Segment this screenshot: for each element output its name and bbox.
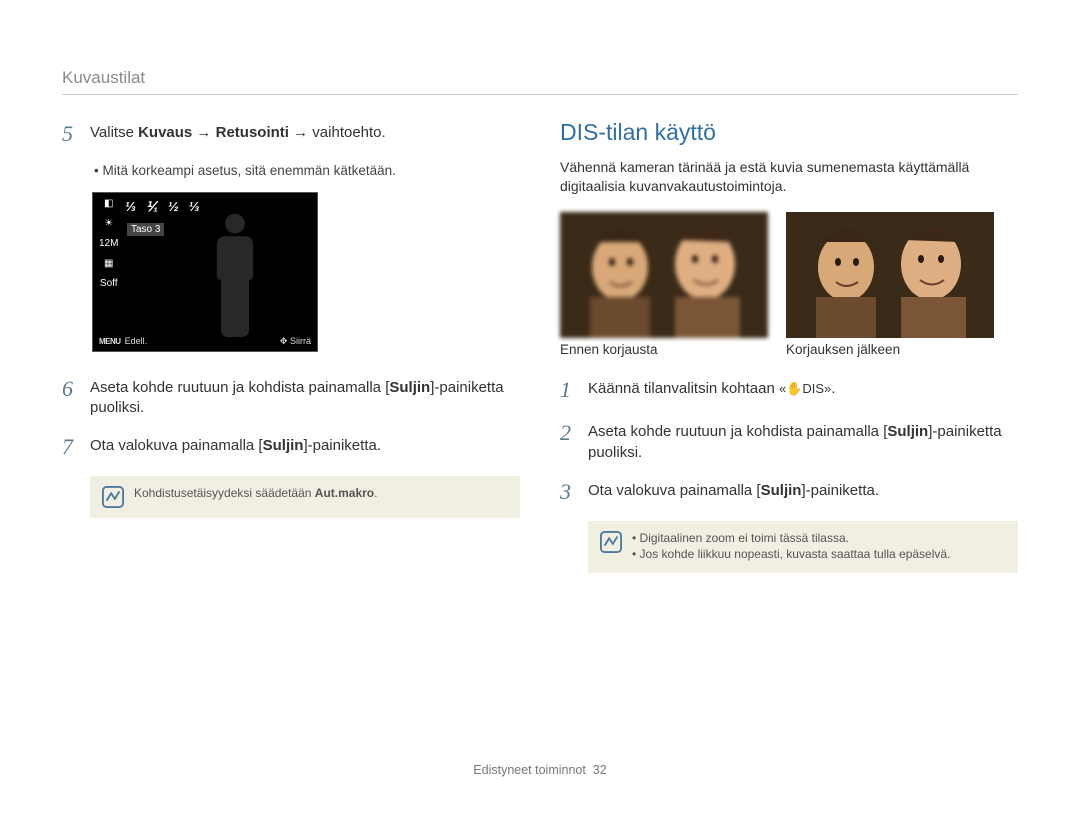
dis-mode-icon: «✋DIS» — [779, 380, 831, 398]
note-bullets: Digitaalinen zoom ei toimi tässä tilassa… — [632, 531, 950, 563]
section-intro: Vähennä kameran tärinää ja estä kuvia su… — [560, 158, 1018, 196]
step-number: 3 — [560, 477, 576, 507]
step-body: Valitse Kuvaus → Retusointi → vaihtoehto… — [90, 119, 520, 149]
note-box-left: Kohdistusetäisyydeksi säädetään Aut.makr… — [90, 476, 520, 518]
step-body: Aseta kohde ruutuun ja kohdista painamal… — [588, 418, 1018, 463]
text: ]-painiketta. — [303, 437, 381, 454]
kw-suljin: Suljin — [761, 482, 802, 499]
fraction-icon: ⅓ — [189, 199, 200, 215]
section-heading: DIS-tilan käyttö — [560, 119, 1018, 146]
kw-retusointi: Retusointi — [216, 124, 289, 141]
text: Ota valokuva painamalla [ — [588, 482, 761, 499]
back-label: Edell. — [125, 336, 148, 346]
note-box-right: Digitaalinen zoom ei toimi tässä tilassa… — [588, 521, 1018, 573]
page-footer: Edistyneet toiminnot 32 — [0, 763, 1080, 777]
step-number: 5 — [62, 119, 78, 149]
text: Aseta kohde ruutuun ja kohdista painamal… — [588, 423, 887, 440]
right-column: DIS-tilan käyttö Vähennä kameran tärinää… — [560, 119, 1018, 573]
lcd-icon: 12M — [99, 238, 118, 249]
step-number: 2 — [560, 418, 576, 463]
step-7: 7 Ota valokuva painamalla [Suljin]-paini… — [62, 432, 520, 462]
note-item: Jos kohde liikkuu nopeasti, kuvasta saat… — [632, 547, 950, 561]
step-body: Käännä tilanvalitsin kohtaan «✋DIS». — [588, 375, 1018, 405]
lcd-left-icons: ◧ ☀ 12M ▦ Soff — [99, 198, 118, 289]
photo-row — [560, 212, 1018, 338]
photo-after — [786, 212, 994, 338]
step-3: 3 Ota valokuva painamalla [Suljin]-paini… — [560, 477, 1018, 507]
fraction-icon: ⅟₁ — [146, 199, 158, 215]
lcd-top-fractions: ⅓ ⅟₁ ½ ⅓ — [125, 199, 200, 215]
content-columns: 5 Valitse Kuvaus → Retusointi → vaihtoeh… — [62, 119, 1018, 573]
text: Ota valokuva painamalla [ — [90, 437, 263, 454]
fraction-icon: ⅓ — [125, 199, 136, 215]
step-2: 2 Aseta kohde ruutuun ja kohdista painam… — [560, 418, 1018, 463]
kw-autmakro: Aut.makro — [315, 486, 374, 500]
lcd-icon: ◧ — [104, 198, 113, 209]
lcd-level-label: Taso 3 — [127, 223, 164, 236]
text: ]-painiketta. — [801, 482, 879, 499]
note-text: Kohdistusetäisyydeksi säädetään Aut.makr… — [134, 486, 377, 500]
lcd-icon: ☀ — [104, 218, 113, 229]
lcd-icon: Soff — [100, 278, 118, 289]
move-icon: ✥ — [280, 336, 288, 347]
text: vaihtoehto. — [312, 124, 385, 141]
step-number: 7 — [62, 432, 78, 462]
step-6: 6 Aseta kohde ruutuun ja kohdista painam… — [62, 374, 520, 419]
footer-section: Edistyneet toiminnot — [473, 763, 586, 777]
kw-suljin: Suljin — [389, 379, 430, 396]
fraction-icon: ½ — [168, 199, 179, 215]
text: Käännä tilanvalitsin kohtaan — [588, 380, 779, 397]
step-body: Ota valokuva painamalla [Suljin]-painike… — [588, 477, 1018, 507]
label-after: Korjauksen jälkeen — [786, 342, 994, 357]
text: . — [374, 486, 377, 500]
page-header: Kuvaustilat — [62, 68, 1018, 95]
step-body: Ota valokuva painamalla [Suljin]-painike… — [90, 432, 520, 462]
menu-label: MENU — [99, 337, 121, 346]
note-item: Digitaalinen zoom ei toimi tässä tilassa… — [632, 531, 950, 545]
note-icon — [600, 531, 622, 553]
arrow-icon: → — [289, 124, 312, 141]
lcd-bottom-bar: MENU Edell. ✥ Siirrä — [99, 336, 311, 347]
text: . — [831, 380, 835, 397]
left-column: 5 Valitse Kuvaus → Retusointi → vaihtoeh… — [62, 119, 520, 573]
footer-page: 32 — [593, 763, 607, 777]
step-number: 1 — [560, 375, 576, 405]
silhouette-icon — [205, 211, 265, 337]
text: Valitse — [90, 124, 138, 141]
lcd-preview: ◧ ☀ 12M ▦ Soff ⅓ ⅟₁ ½ ⅓ Taso 3 MENU Edel… — [92, 192, 318, 352]
step-5: 5 Valitse Kuvaus → Retusointi → vaihtoeh… — [62, 119, 520, 149]
text: Aseta kohde ruutuun ja kohdista painamal… — [90, 379, 389, 396]
kw-suljin: Suljin — [887, 423, 928, 440]
arrow-icon: → — [192, 124, 215, 141]
kw-suljin: Suljin — [263, 437, 304, 454]
step-1: 1 Käännä tilanvalitsin kohtaan «✋DIS». — [560, 375, 1018, 405]
step-5-sub-bullet: Mitä korkeampi asetus, sitä enemmän kätk… — [94, 163, 520, 178]
text: Kohdistusetäisyydeksi säädetään — [134, 486, 315, 500]
photo-labels: Ennen korjausta Korjauksen jälkeen — [560, 342, 1018, 357]
step-body: Aseta kohde ruutuun ja kohdista painamal… — [90, 374, 520, 419]
move-label: Siirrä — [290, 336, 311, 346]
lcd-icon: ▦ — [104, 258, 113, 269]
step-number: 6 — [62, 374, 78, 419]
kw-kuvaus: Kuvaus — [138, 124, 192, 141]
label-before: Ennen korjausta — [560, 342, 768, 357]
note-icon — [102, 486, 124, 508]
photo-before — [560, 212, 768, 338]
